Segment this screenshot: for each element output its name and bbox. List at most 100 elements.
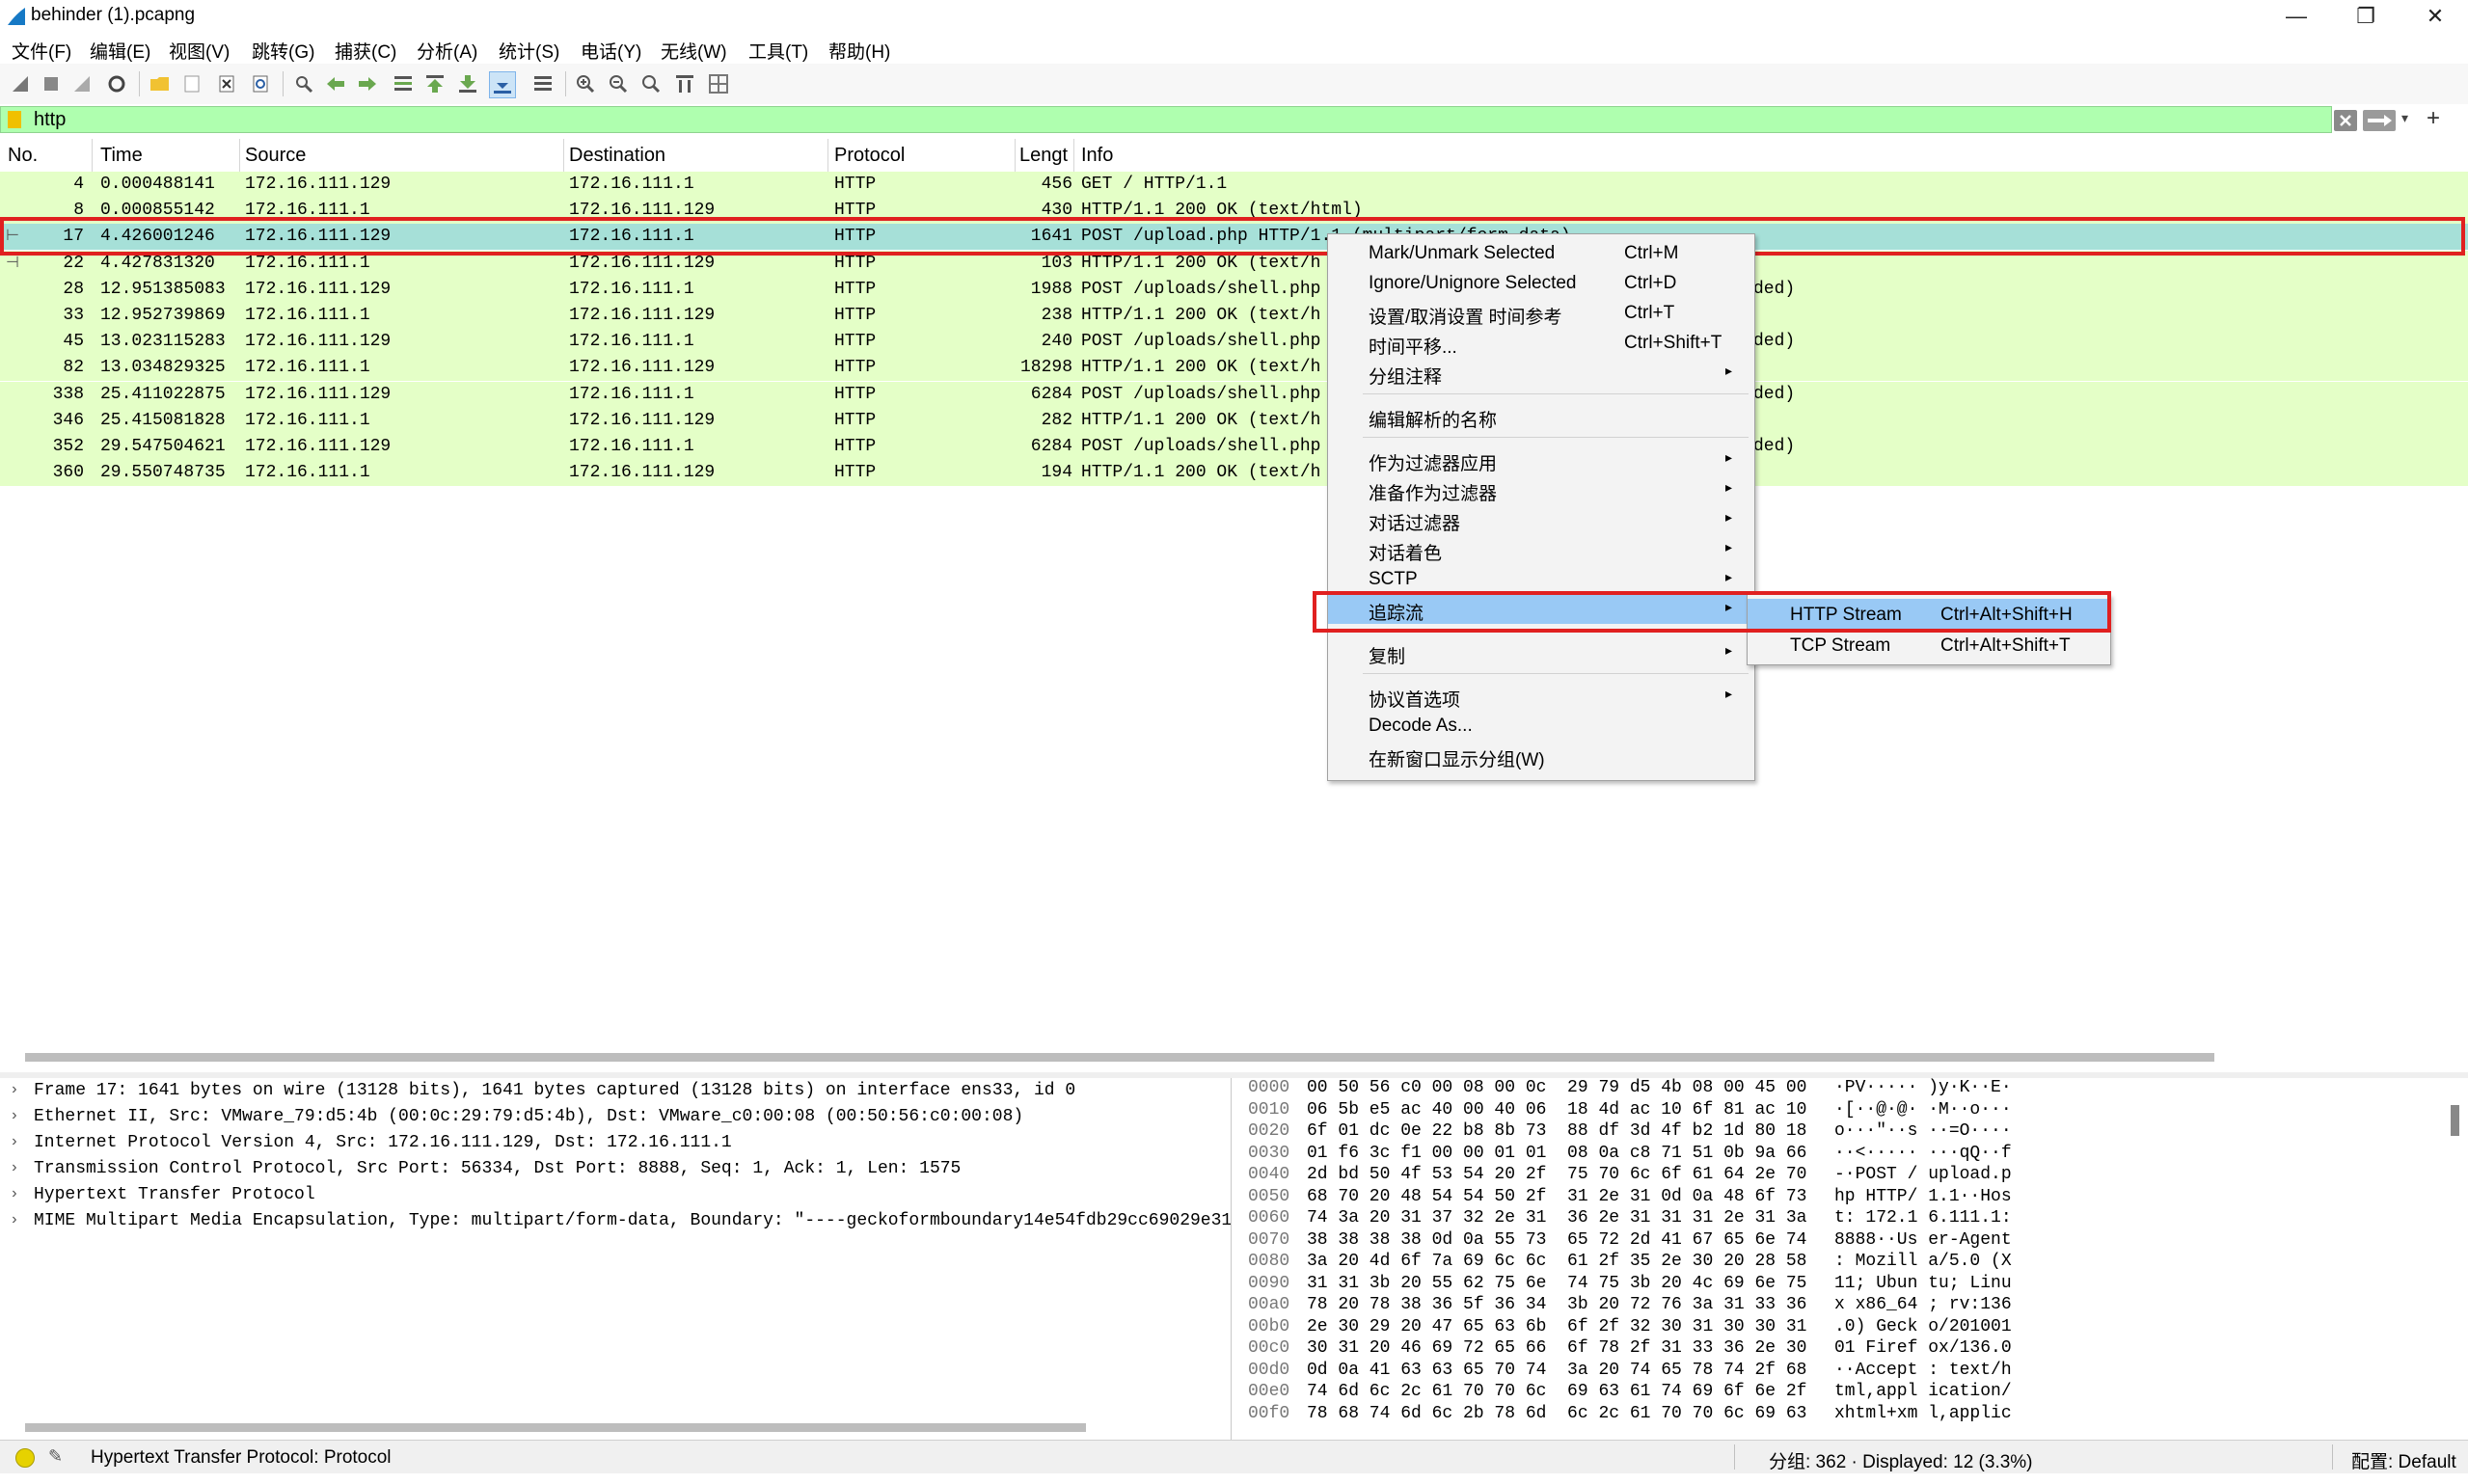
table-row[interactable]: 33 12.952739869 172.16.111.1 172.16.111.129… xyxy=(0,303,2468,329)
context-menu-item[interactable]: 作为过滤器应用 ▸ xyxy=(1328,445,1754,474)
context-menu-item[interactable]: 对话着色 ▸ xyxy=(1328,534,1754,564)
menu-wireless[interactable]: 无线(W) xyxy=(661,38,727,64)
filter-history-dropdown-icon[interactable]: ▾ xyxy=(2401,110,2408,126)
menu-go[interactable]: 跳转(G) xyxy=(252,38,314,64)
column-header-length[interactable]: Lengt xyxy=(1019,145,1068,167)
display-filter-input[interactable]: http xyxy=(0,106,2332,133)
close-button[interactable]: ✕ xyxy=(2400,0,2468,33)
column-separator[interactable] xyxy=(563,139,564,172)
menu-file[interactable]: 文件(F) xyxy=(12,38,71,64)
hex-dump-row[interactable]: 0040 2d bd 50 4f 53 54 20 2f 75 70 6c 6f … xyxy=(1234,1165,2468,1187)
column-separator[interactable] xyxy=(827,139,828,172)
expand-chevron-icon[interactable]: › xyxy=(10,1081,19,1098)
edit-comment-icon[interactable]: ✎ xyxy=(48,1446,63,1467)
hex-dump-row[interactable]: 0050 68 70 20 48 54 54 50 2f 31 2e 31 0d … xyxy=(1234,1187,2468,1209)
expand-chevron-icon[interactable]: › xyxy=(10,1107,19,1124)
menu-telephony[interactable]: 电话(Y) xyxy=(581,38,641,64)
clear-filter-icon[interactable] xyxy=(2334,110,2357,131)
autoscroll-icon[interactable] xyxy=(489,71,516,98)
expand-chevron-icon[interactable]: › xyxy=(10,1185,19,1202)
hex-dump-row[interactable]: 0030 01 f6 3c f1 00 00 01 01 08 0a c8 71 … xyxy=(1234,1144,2468,1166)
go-to-packet-icon[interactable] xyxy=(391,71,416,96)
hex-dump-row[interactable]: 0080 3a 20 4d 6f 7a 69 6c 6c 61 2f 35 2e … xyxy=(1234,1252,2468,1274)
open-file-icon[interactable] xyxy=(148,71,173,96)
column-header-info[interactable]: Info xyxy=(1081,145,1113,167)
expand-chevron-icon[interactable]: › xyxy=(10,1133,19,1150)
column-header-no[interactable]: No. xyxy=(8,145,38,167)
submenu-item[interactable]: TCP Stream Ctrl+Alt+Shift+T xyxy=(1748,630,2110,661)
save-file-icon[interactable] xyxy=(179,71,204,96)
layout-icon[interactable] xyxy=(706,71,731,96)
hex-dump-row[interactable]: 00d0 0d 0a 41 63 63 65 70 74 3a 20 74 65 … xyxy=(1234,1361,2468,1383)
hex-dump-row[interactable]: 0000 00 50 56 c0 00 08 00 0c 29 79 d5 4b … xyxy=(1234,1078,2468,1100)
menu-view[interactable]: 视图(V) xyxy=(169,38,230,64)
zoom-in-icon[interactable] xyxy=(573,71,598,96)
display-filter-value[interactable]: http xyxy=(34,109,66,131)
column-header-time[interactable]: Time xyxy=(100,145,143,167)
table-row[interactable]: 45 13.023115283 172.16.111.129 172.16.111.1… xyxy=(0,329,2468,356)
filter-bookmark-icon[interactable] xyxy=(8,111,21,128)
expand-chevron-icon[interactable]: › xyxy=(10,1211,19,1228)
details-tree-item[interactable]: › Transmission Control Protocol, Src Port… xyxy=(0,1156,1231,1182)
column-separator[interactable] xyxy=(1073,139,1074,172)
menu-statistics[interactable]: 统计(S) xyxy=(499,38,559,64)
resize-columns-icon[interactable] xyxy=(672,71,697,96)
last-packet-icon[interactable] xyxy=(455,71,480,96)
restart-capture-icon[interactable] xyxy=(69,71,95,96)
column-header-destination[interactable]: Destination xyxy=(569,145,665,167)
column-separator[interactable] xyxy=(239,139,240,172)
colorize-icon[interactable] xyxy=(530,71,556,96)
context-menu-item[interactable]: 复制 ▸ xyxy=(1328,637,1754,667)
column-separator[interactable] xyxy=(1015,139,1016,172)
stop-capture-icon[interactable] xyxy=(39,71,64,96)
add-filter-button-icon[interactable]: + xyxy=(2427,105,2440,132)
menu-analyze[interactable]: 分析(A) xyxy=(417,38,477,64)
table-row[interactable]: 28 12.951385083 172.16.111.129 172.16.111.1… xyxy=(0,276,2468,303)
table-row[interactable]: 352 29.547504621 172.16.111.129 172.16.111.… xyxy=(0,434,2468,460)
capture-options-icon[interactable] xyxy=(104,71,129,96)
context-menu-item[interactable]: SCTP ▸ xyxy=(1328,564,1754,594)
context-menu-item[interactable]: Decode As... xyxy=(1328,711,1754,741)
zoom-normal-icon[interactable] xyxy=(638,71,664,96)
details-tree-item[interactable]: › Hypertext Transfer Protocol xyxy=(0,1182,1231,1208)
details-tree-item[interactable]: › Internet Protocol Version 4, Src: 172.1… xyxy=(0,1130,1231,1156)
close-file-icon[interactable] xyxy=(214,71,239,96)
hex-dump-row[interactable]: 0020 6f 01 dc 0e 22 b8 8b 73 88 df 3d 4f … xyxy=(1234,1121,2468,1144)
context-menu-item[interactable]: 对话过滤器 ▸ xyxy=(1328,504,1754,534)
hex-dump-row[interactable]: 00f0 78 68 74 6d 6c 2b 78 6d 6c 2c 61 70 … xyxy=(1234,1404,2468,1426)
hex-dump-row[interactable]: 0070 38 38 38 38 0d 0a 55 73 65 72 2d 41 … xyxy=(1234,1230,2468,1253)
maximize-button[interactable]: ❐ xyxy=(2331,0,2400,33)
table-row[interactable]: 82 13.034829325 172.16.111.1 172.16.111.129… xyxy=(0,355,2468,382)
context-menu-item[interactable]: 分组注释 ▸ xyxy=(1328,358,1754,388)
context-menu-item[interactable]: Mark/Unmark Selected Ctrl+M xyxy=(1328,238,1754,268)
context-menu-item[interactable]: 时间平移... Ctrl+Shift+T xyxy=(1328,328,1754,358)
go-forward-icon[interactable] xyxy=(355,71,380,96)
expand-chevron-icon[interactable]: › xyxy=(10,1159,19,1176)
table-row[interactable]: 346 25.415081828 172.16.111.1 172.16.111.12… xyxy=(0,407,2468,434)
table-row[interactable]: 338 25.411022875 172.16.111.129 172.16.111.… xyxy=(0,381,2468,408)
packet-list-horizontal-scrollbar[interactable] xyxy=(25,1053,2214,1062)
column-header-source[interactable]: Source xyxy=(245,145,306,167)
start-capture-icon[interactable] xyxy=(8,71,33,96)
details-tree-item[interactable]: › Frame 17: 1641 bytes on wire (13128 bit… xyxy=(0,1078,1231,1104)
menu-capture[interactable]: 捕获(C) xyxy=(335,38,396,64)
menu-tools[interactable]: 工具(T) xyxy=(748,38,808,64)
menu-help[interactable]: 帮助(H) xyxy=(828,38,890,64)
context-menu-item[interactable]: 在新窗口显示分组(W) xyxy=(1328,741,1754,770)
zoom-out-icon[interactable] xyxy=(606,71,631,96)
context-menu-item[interactable]: 编辑解析的名称 xyxy=(1328,401,1754,431)
hex-dump-row[interactable]: 00c0 30 31 20 46 69 72 65 66 6f 78 2f 31 … xyxy=(1234,1338,2468,1361)
details-tree-item[interactable]: › Ethernet II, Src: VMware_79:d5:4b (00:0… xyxy=(0,1104,1231,1130)
go-back-icon[interactable] xyxy=(323,71,348,96)
hex-dump-row[interactable]: 00e0 74 6d 6c 2c 61 70 70 6c 69 63 61 74 … xyxy=(1234,1382,2468,1404)
hex-dump-row[interactable]: 0010 06 5b e5 ac 40 00 40 06 18 4d ac 10 … xyxy=(1234,1100,2468,1122)
hex-dump-row[interactable]: 00a0 78 20 78 38 36 5f 36 34 3b 20 72 76 … xyxy=(1234,1295,2468,1317)
column-separator[interactable] xyxy=(92,139,93,172)
details-tree-item[interactable]: › MIME Multipart Media Encapsulation, Typ… xyxy=(0,1208,1231,1234)
details-horizontal-scrollbar[interactable] xyxy=(25,1423,1086,1432)
context-menu-item[interactable]: 设置/取消设置 时间参考 Ctrl+T xyxy=(1328,298,1754,328)
context-menu-item[interactable]: 准备作为过滤器 ▸ xyxy=(1328,474,1754,504)
table-row[interactable]: 360 29.550748735 172.16.111.1 172.16.111.12… xyxy=(0,460,2468,487)
hex-dump-row[interactable]: 0060 74 3a 20 31 37 32 2e 31 36 2e 31 31 … xyxy=(1234,1208,2468,1230)
column-header-protocol[interactable]: Protocol xyxy=(834,145,905,167)
